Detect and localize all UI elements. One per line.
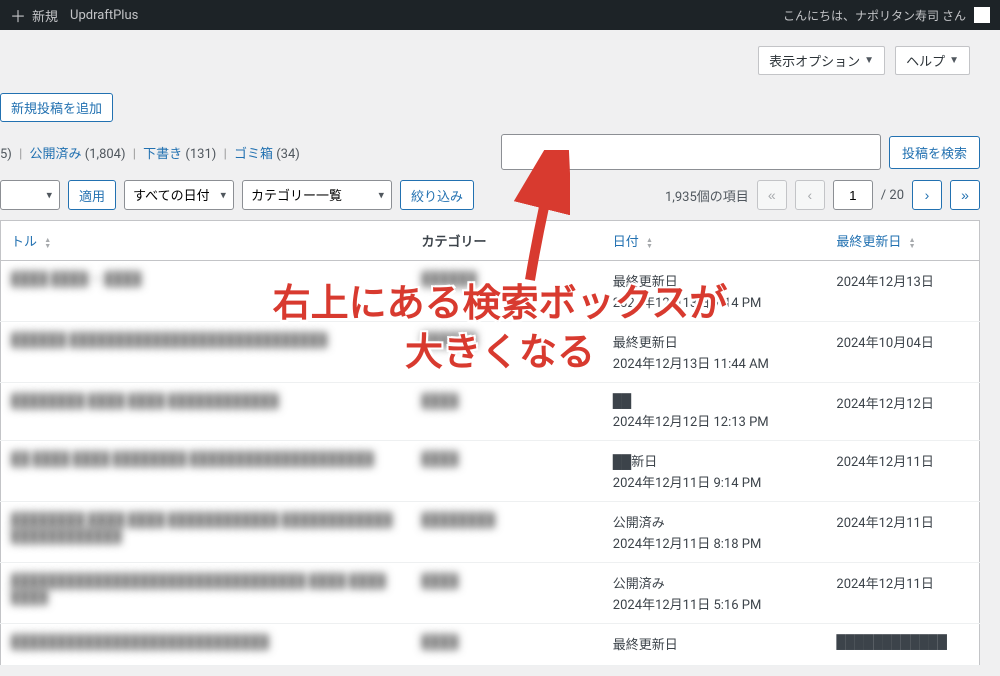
table-row[interactable]: ████████ ████ ████ ████████████ ████ ██ … — [1, 383, 980, 441]
draft-count: (131) — [185, 147, 216, 162]
post-status: 最終更新日 — [613, 332, 817, 351]
post-updated: ████████████ — [826, 624, 979, 666]
bulk-action-select[interactable] — [0, 180, 60, 210]
prev-page-button[interactable]: ‹ — [795, 180, 825, 210]
new-link[interactable]: 新規 — [32, 6, 58, 25]
caret-down-icon: ▼ — [864, 55, 874, 66]
post-updated: 2024年12月11日 — [826, 563, 979, 624]
updraft-link[interactable]: UpdraftPlus — [70, 8, 138, 23]
published-link[interactable]: 公開済み — [30, 147, 82, 162]
column-title[interactable]: トル ▲▼ — [1, 221, 412, 261]
posts-table: トル ▲▼ カテゴリー 日付 ▲▼ 最終更新日 ▲▼ ████ ████ — █… — [0, 220, 980, 666]
page-total-label: / 20 — [881, 188, 904, 203]
post-title: ████████████████████████████████ ████ ██… — [11, 574, 386, 605]
published-count: (1,804) — [85, 147, 126, 162]
post-datetime: 2024年12月13日 7:14 PM — [613, 292, 817, 311]
status-filter-links: 5) | 公開済み (1,804) | 下書き (131) | ゴミ箱 (34) — [0, 143, 300, 162]
add-new-post-button[interactable]: 新規投稿を追加 — [0, 93, 113, 122]
table-row[interactable]: ████████████████████████████ ████ 最終更新日 … — [1, 624, 980, 666]
table-row[interactable]: ████ ████ — ████ ██████ 最終更新日 2024年12月13… — [1, 261, 980, 322]
trash-count: (34) — [276, 147, 300, 162]
apply-button[interactable]: 適用 — [68, 180, 116, 210]
filter-button[interactable]: 絞り込み — [400, 180, 474, 210]
post-title: ████ ████ — ████ — [11, 272, 141, 287]
post-status: 最終更新日 — [613, 271, 817, 290]
post-datetime: 2024年12月13日 11:44 AM — [613, 353, 817, 372]
all-count: 5) — [0, 147, 12, 162]
post-updated: 2024年12月12日 — [826, 383, 979, 441]
post-title: ██████ ████████████████████████████ — [11, 333, 327, 348]
first-page-button[interactable]: « — [757, 180, 787, 210]
post-updated: 2024年10月04日 — [826, 322, 979, 383]
plus-icon: ＋ — [10, 3, 26, 27]
post-category: ████████ — [421, 513, 495, 528]
post-status: 公開済み — [613, 512, 817, 531]
avatar[interactable] — [974, 7, 990, 23]
sort-icon: ▲▼ — [646, 237, 653, 249]
post-status: ██新日 — [613, 451, 817, 470]
post-category: ████ — [421, 452, 458, 467]
date-filter-select[interactable]: すべての日付 — [124, 180, 234, 210]
sort-icon: ▲▼ — [909, 237, 916, 249]
search-posts-button[interactable]: 投稿を検索 — [889, 136, 980, 169]
column-date[interactable]: 日付 ▲▼ — [603, 221, 827, 261]
last-page-button[interactable]: » — [950, 180, 980, 210]
table-row[interactable]: ████████████████████████████████ ████ ██… — [1, 563, 980, 624]
draft-link[interactable]: 下書き — [143, 147, 182, 162]
post-updated: 2024年12月11日 — [826, 441, 979, 502]
post-category: ██████ — [421, 333, 476, 348]
post-datetime: 2024年12月11日 5:16 PM — [613, 594, 817, 613]
post-category: ██████ — [421, 272, 476, 287]
total-items-label: 1,935個の項目 — [665, 186, 749, 205]
post-category: ████ — [421, 394, 458, 409]
help-button[interactable]: ヘルプ ▼ — [895, 46, 970, 75]
post-updated: 2024年12月11日 — [826, 502, 979, 563]
sort-icon: ▲▼ — [44, 237, 51, 249]
search-input[interactable] — [501, 134, 881, 170]
table-row[interactable]: ██ ████ ████ ████████ ██████████████████… — [1, 441, 980, 502]
post-status: 最終更新日 — [613, 634, 817, 653]
post-status: ██ — [613, 393, 817, 409]
post-title: ████████ ████ ████ ████████████ — [11, 394, 279, 409]
admin-top-bar: ＋ 新規 UpdraftPlus こんにちは、ナポリタン寿司 さん — [0, 0, 1000, 30]
post-category: ████ — [421, 574, 458, 589]
post-status: 公開済み — [613, 573, 817, 592]
post-title: ████████ ████ ████ ████████████ ████████… — [11, 513, 392, 544]
table-row[interactable]: ██████ ████████████████████████████ ████… — [1, 322, 980, 383]
trash-link[interactable]: ゴミ箱 — [234, 147, 273, 162]
post-datetime: 2024年12月12日 12:13 PM — [613, 411, 817, 430]
column-category: カテゴリー — [411, 221, 602, 261]
post-updated: 2024年12月13日 — [826, 261, 979, 322]
post-datetime: 2024年12月11日 9:14 PM — [613, 472, 817, 491]
greeting-text: こんにちは、ナポリタン寿司 さん — [783, 7, 966, 24]
category-filter-select[interactable]: カテゴリー一覧 — [242, 180, 392, 210]
caret-down-icon: ▼ — [949, 55, 959, 66]
post-title: ████████████████████████████ — [11, 635, 269, 650]
post-category: ████ — [421, 635, 458, 650]
post-datetime: 2024年12月11日 8:18 PM — [613, 533, 817, 552]
next-page-button[interactable]: › — [912, 180, 942, 210]
screen-options-button[interactable]: 表示オプション ▼ — [758, 46, 885, 75]
current-page-input[interactable] — [833, 180, 873, 210]
column-updated[interactable]: 最終更新日 ▲▼ — [826, 221, 979, 261]
post-title: ██ ████ ████ ████████ ██████████████████… — [11, 452, 374, 467]
table-row[interactable]: ████████ ████ ████ ████████████ ████████… — [1, 502, 980, 563]
